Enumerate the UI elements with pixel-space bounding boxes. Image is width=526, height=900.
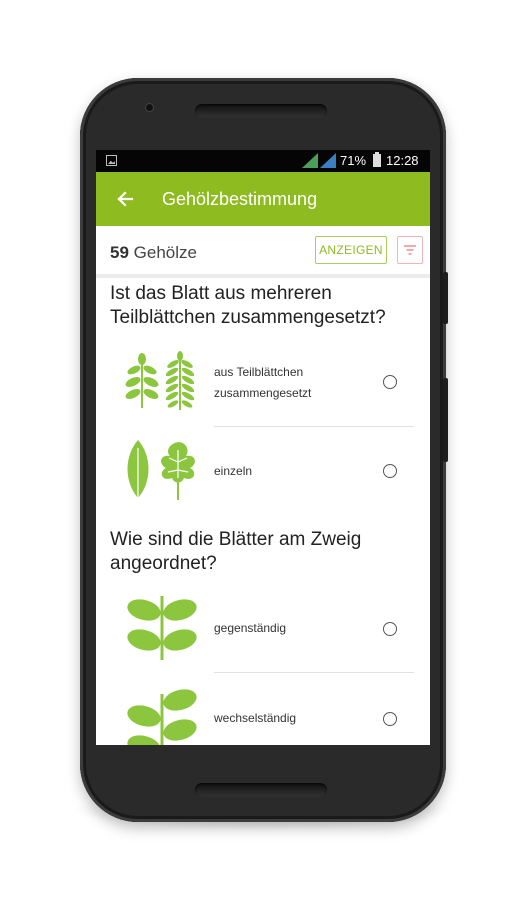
- signal-icon: [302, 153, 318, 168]
- image-notification-icon: [106, 155, 117, 166]
- page-title: Gehölzbestimmung: [162, 189, 318, 209]
- option-simple[interactable]: einzeln: [96, 428, 430, 516]
- app-screen: 71% 12:28 Gehölzbestimmung 59 Gehölze AN…: [96, 150, 430, 745]
- option-label: aus Teilblättchen zusammengesetzt: [214, 365, 312, 400]
- status-bar: 71% 12:28: [96, 150, 430, 172]
- radio-button[interactable]: [383, 622, 397, 636]
- option-label: einzeln: [214, 464, 253, 478]
- result-count-bar: 59 Gehölze ANZEIGEN: [96, 226, 430, 278]
- battery-percent: 71%: [340, 153, 367, 168]
- bottom-speaker: [195, 783, 327, 797]
- front-camera: [146, 104, 153, 111]
- divider: [214, 426, 414, 427]
- battery-icon: [373, 152, 381, 167]
- option-alternate[interactable]: wechselständig: [96, 676, 430, 745]
- result-count: 59 Gehölze: [110, 243, 197, 263]
- option-label: wechselständig: [214, 711, 297, 725]
- option-compound[interactable]: aus Teilblättchen zusammengesetzt: [96, 340, 430, 428]
- clock: 12:28: [386, 153, 419, 168]
- opposite-leaves-icon: [127, 596, 197, 660]
- count-number: 59: [110, 243, 129, 262]
- compound-leaves-icon: [125, 351, 195, 410]
- app-bar: Gehölzbestimmung: [96, 172, 430, 226]
- top-speaker: [195, 104, 327, 118]
- option-label: gegenständig: [214, 621, 287, 635]
- question-leaf-arrangement: Wie sind die Blätter am Zweig angeordnet…: [110, 529, 362, 574]
- divider: [214, 672, 414, 673]
- count-label: Gehölze: [133, 243, 197, 262]
- show-results-button[interactable]: ANZEIGEN: [315, 236, 387, 264]
- radio-button[interactable]: [383, 464, 397, 478]
- option-opposite[interactable]: gegenständig: [96, 586, 430, 674]
- radio-button[interactable]: [383, 712, 397, 726]
- filter-button[interactable]: [397, 236, 423, 264]
- wifi-signal-icon: [320, 153, 336, 168]
- arrow-left-icon[interactable]: [116, 190, 134, 208]
- simple-leaves-icon: [127, 440, 195, 500]
- filter-icon: [404, 245, 416, 255]
- power-button: [443, 272, 448, 324]
- radio-button[interactable]: [383, 375, 397, 389]
- question-leaf-compound: Ist das Blatt aus mehreren Teilblättchen…: [110, 283, 386, 328]
- alternate-leaves-icon: [127, 689, 197, 745]
- volume-button: [443, 378, 448, 462]
